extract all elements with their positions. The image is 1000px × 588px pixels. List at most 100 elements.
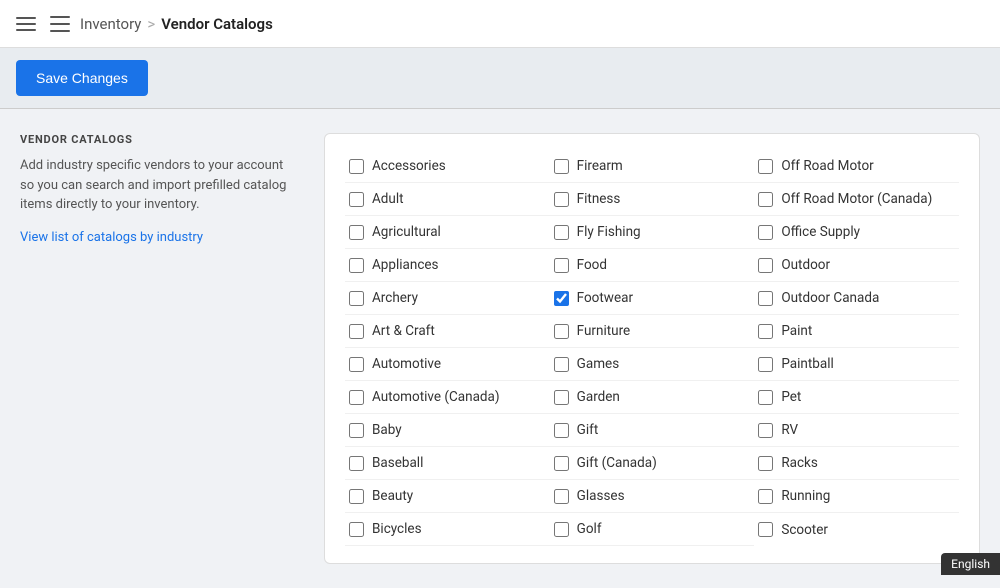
list-item: Outdoor Canada	[754, 282, 959, 315]
sidebar: VENDOR CATALOGS Add industry specific ve…	[20, 133, 300, 564]
catalog-label-appliances[interactable]: Appliances	[372, 257, 439, 273]
catalog-checkbox-running[interactable]	[758, 489, 773, 504]
list-item: Agricultural	[345, 216, 550, 249]
list-item: Bicycles	[345, 513, 550, 546]
catalog-label-footwear[interactable]: Footwear	[577, 290, 633, 306]
catalog-label-pet[interactable]: Pet	[781, 389, 801, 405]
catalog-label-outdoor[interactable]: Outdoor	[781, 257, 830, 273]
catalog-checkbox-adult[interactable]	[349, 192, 364, 207]
catalog-checkbox-games[interactable]	[554, 357, 569, 372]
catalog-label-garden[interactable]: Garden	[577, 389, 620, 405]
sidebar-description: Add industry specific vendors to your ac…	[20, 156, 300, 215]
list-item: Baseball	[345, 447, 550, 480]
catalog-checkbox-off-road-motor[interactable]	[758, 159, 773, 174]
catalog-checkbox-office-supply[interactable]	[758, 225, 773, 240]
list-item: Paintball	[754, 348, 959, 381]
catalog-label-paintball[interactable]: Paintball	[781, 356, 833, 372]
catalog-label-beauty[interactable]: Beauty	[372, 488, 413, 504]
catalog-label-adult[interactable]: Adult	[372, 191, 404, 207]
catalog-label-gift-canada[interactable]: Gift (Canada)	[577, 455, 657, 471]
catalog-label-fly-fishing[interactable]: Fly Fishing	[577, 224, 641, 240]
catalog-checkbox-accessories[interactable]	[349, 159, 364, 174]
catalog-checkbox-bicycles[interactable]	[349, 522, 364, 537]
catalog-checkbox-scooter[interactable]	[758, 522, 773, 537]
catalog-label-rv[interactable]: RV	[781, 422, 798, 438]
list-item: Footwear	[550, 282, 755, 315]
catalog-checkbox-paintball[interactable]	[758, 357, 773, 372]
list-item: Firearm	[550, 150, 755, 183]
language-badge[interactable]: English	[941, 553, 1000, 575]
catalog-label-baseball[interactable]: Baseball	[372, 455, 423, 471]
catalog-checkbox-baseball[interactable]	[349, 456, 364, 471]
catalog-label-agricultural[interactable]: Agricultural	[372, 224, 441, 240]
catalog-label-outdoor-canada[interactable]: Outdoor Canada	[781, 290, 879, 306]
catalog-checkbox-food[interactable]	[554, 258, 569, 273]
catalog-panel: Accessories Firearm Off Road Motor Adult Fit…	[324, 133, 980, 564]
catalog-checkbox-archery[interactable]	[349, 291, 364, 306]
catalog-checkbox-firearm[interactable]	[554, 159, 569, 174]
catalog-checkbox-footwear[interactable]	[554, 291, 569, 306]
catalog-checkbox-fly-fishing[interactable]	[554, 225, 569, 240]
list-item: Garden	[550, 381, 755, 414]
catalog-label-automotive[interactable]: Automotive	[372, 356, 441, 372]
catalog-label-paint[interactable]: Paint	[781, 323, 812, 339]
catalog-checkbox-fitness[interactable]	[554, 192, 569, 207]
catalog-checkbox-rv[interactable]	[758, 423, 773, 438]
list-item: Automotive	[345, 348, 550, 381]
view-catalogs-link[interactable]: View list of catalogs by industry	[20, 230, 203, 245]
list-item: Off Road Motor (Canada)	[754, 183, 959, 216]
list-item: Beauty	[345, 480, 550, 513]
catalog-checkbox-garden[interactable]	[554, 390, 569, 405]
catalog-checkbox-glasses[interactable]	[554, 489, 569, 504]
catalog-checkbox-agricultural[interactable]	[349, 225, 364, 240]
catalog-label-fitness[interactable]: Fitness	[577, 191, 621, 207]
catalog-label-bicycles[interactable]: Bicycles	[372, 521, 422, 537]
catalog-checkbox-baby[interactable]	[349, 423, 364, 438]
topbar: Inventory > Vendor Catalogs	[0, 0, 1000, 48]
catalog-checkbox-gift-canada[interactable]	[554, 456, 569, 471]
catalog-checkbox-gift[interactable]	[554, 423, 569, 438]
catalog-label-games[interactable]: Games	[577, 356, 620, 372]
catalog-checkbox-outdoor-canada[interactable]	[758, 291, 773, 306]
breadcrumb-separator: >	[147, 15, 155, 33]
catalog-checkbox-golf[interactable]	[554, 522, 569, 537]
list-item: Racks	[754, 447, 959, 480]
sidebar-title: VENDOR CATALOGS	[20, 133, 300, 146]
catalog-label-archery[interactable]: Archery	[372, 290, 418, 306]
catalog-checkbox-beauty[interactable]	[349, 489, 364, 504]
catalog-label-firearm[interactable]: Firearm	[577, 158, 623, 174]
catalog-label-food[interactable]: Food	[577, 257, 607, 273]
catalog-checkbox-racks[interactable]	[758, 456, 773, 471]
catalog-checkbox-outdoor[interactable]	[758, 258, 773, 273]
catalog-label-art-craft[interactable]: Art & Craft	[372, 323, 435, 339]
catalog-label-automotive-canada[interactable]: Automotive (Canada)	[372, 389, 500, 405]
list-item: Fitness	[550, 183, 755, 216]
list-icon	[50, 16, 70, 32]
catalog-checkbox-furniture[interactable]	[554, 324, 569, 339]
list-item: Accessories	[345, 150, 550, 183]
catalog-label-accessories[interactable]: Accessories	[372, 158, 446, 174]
catalog-label-golf[interactable]: Golf	[577, 521, 602, 537]
catalog-checkbox-off-road-motor-canada[interactable]	[758, 192, 773, 207]
catalog-label-off-road-motor-canada[interactable]: Off Road Motor (Canada)	[781, 191, 932, 207]
catalog-label-running[interactable]: Running	[781, 488, 830, 504]
catalog-label-furniture[interactable]: Furniture	[577, 323, 631, 339]
list-item: Art & Craft	[345, 315, 550, 348]
catalog-label-office-supply[interactable]: Office Supply	[781, 224, 860, 240]
catalog-checkbox-paint[interactable]	[758, 324, 773, 339]
list-item: Golf	[550, 513, 755, 546]
catalog-label-gift[interactable]: Gift	[577, 422, 599, 438]
catalog-label-baby[interactable]: Baby	[372, 422, 402, 438]
catalog-label-scooter[interactable]: Scooter	[781, 522, 828, 538]
breadcrumb-parent: Inventory	[80, 15, 141, 33]
catalog-checkbox-art-craft[interactable]	[349, 324, 364, 339]
hamburger-icon[interactable]	[16, 17, 36, 31]
catalog-checkbox-automotive-canada[interactable]	[349, 390, 364, 405]
catalog-label-off-road-motor[interactable]: Off Road Motor	[781, 158, 873, 174]
save-button[interactable]: Save Changes	[16, 60, 148, 96]
catalog-checkbox-pet[interactable]	[758, 390, 773, 405]
catalog-label-racks[interactable]: Racks	[781, 455, 818, 471]
catalog-checkbox-appliances[interactable]	[349, 258, 364, 273]
catalog-checkbox-automotive[interactable]	[349, 357, 364, 372]
catalog-label-glasses[interactable]: Glasses	[577, 488, 625, 504]
